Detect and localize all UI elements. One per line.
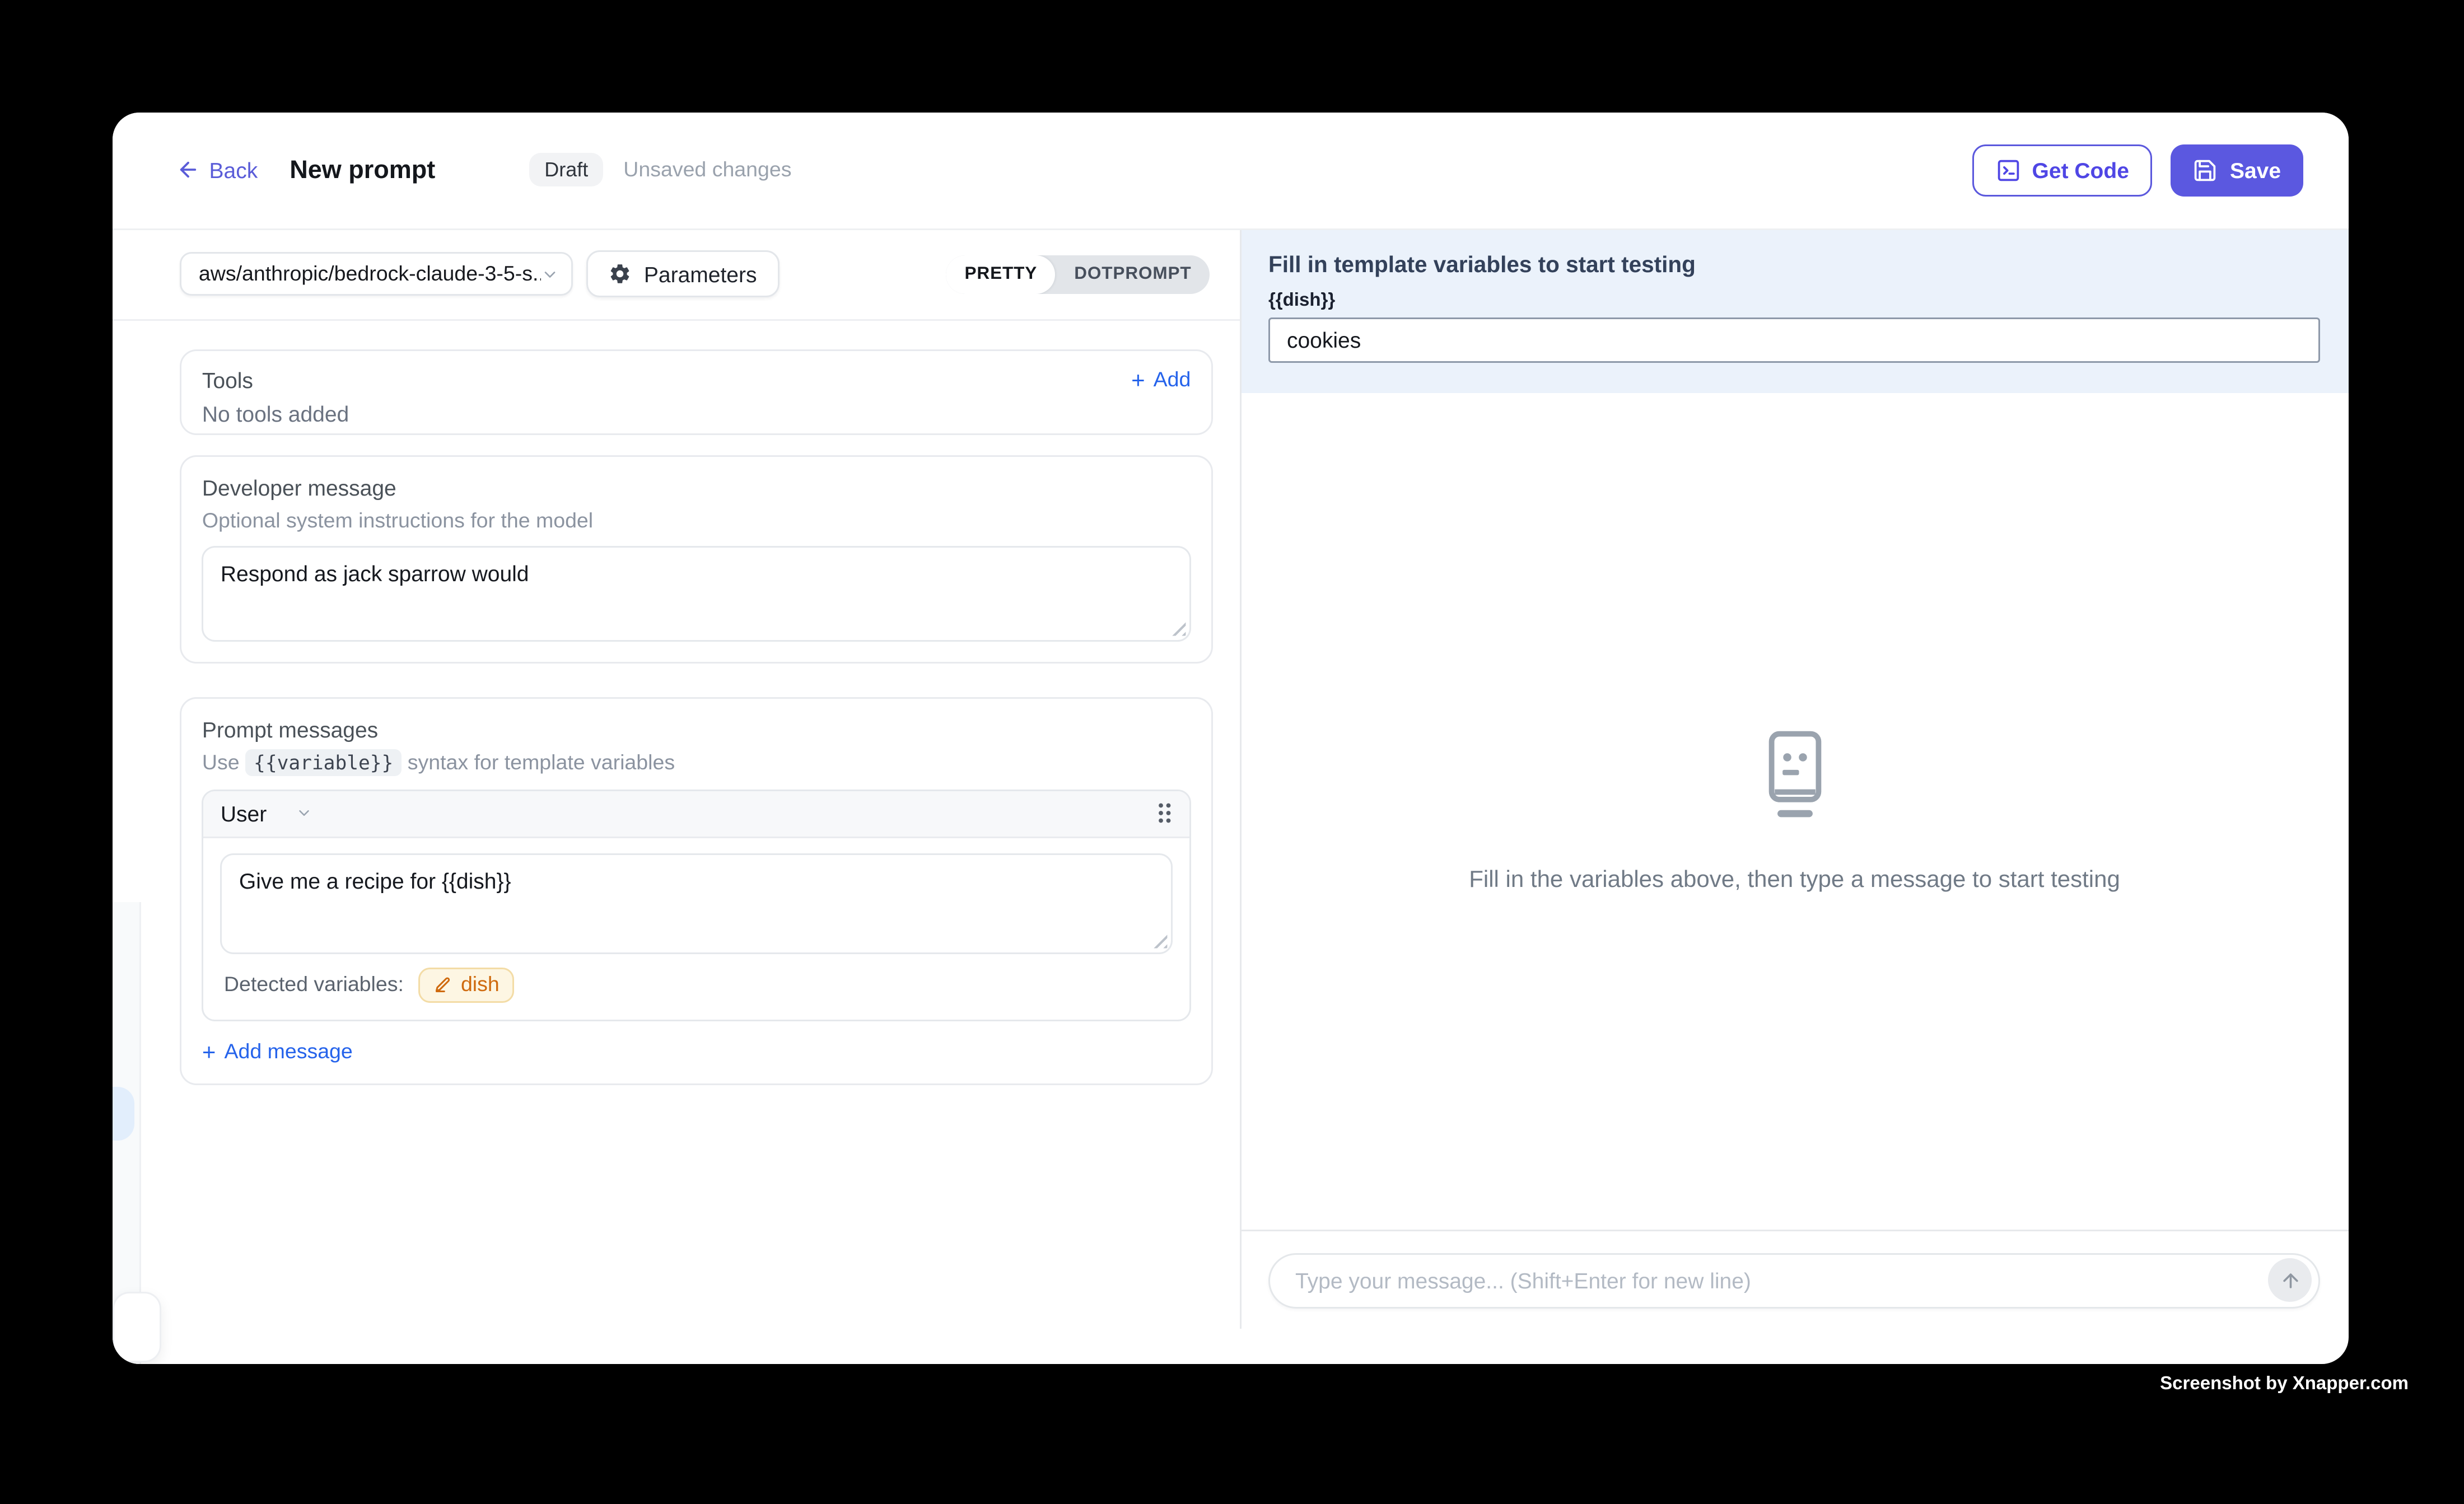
unsaved-changes-text: Unsaved changes xyxy=(623,158,791,181)
developer-message-field: Respond as jack sparrow would xyxy=(202,545,1191,641)
status-badge: Draft xyxy=(529,153,603,186)
send-button[interactable] xyxy=(2269,1259,2312,1302)
template-variables-bar: Fill in template variables to start test… xyxy=(1241,230,2348,393)
variable-badge[interactable]: dish xyxy=(419,967,515,1002)
variable-badge-label: dish xyxy=(461,973,500,996)
back-label: Back xyxy=(209,157,258,183)
view-mode-toggle: PRETTY DOTPROMPT xyxy=(946,255,1210,293)
prompt-messages-title: Prompt messages xyxy=(202,717,1191,742)
developer-message-textarea[interactable]: Respond as jack sparrow would xyxy=(202,545,1191,641)
add-tool-button[interactable]: + Add xyxy=(1131,368,1191,391)
chat-footer xyxy=(1241,1230,2348,1329)
parameters-label: Parameters xyxy=(644,261,757,287)
back-link[interactable]: Back xyxy=(176,157,258,183)
plus-icon: + xyxy=(202,1039,216,1063)
app-window: Back New prompt Draft Unsaved changes Ge… xyxy=(112,112,2349,1364)
terminal-icon xyxy=(1995,157,2020,183)
left-edge-highlight xyxy=(112,1087,135,1141)
page-title: New prompt xyxy=(290,156,435,184)
chat-input-bar xyxy=(1268,1253,2321,1309)
left-edge-floating-card xyxy=(112,1292,161,1363)
get-code-button[interactable]: Get Code xyxy=(1972,144,2153,196)
chat-empty-text: Fill in the variables above, then type a… xyxy=(1469,865,2120,892)
add-message-label: Add message xyxy=(224,1039,352,1063)
detected-variables-row: Detected variables: dish xyxy=(221,954,1173,1019)
role-select[interactable]: User xyxy=(221,801,312,826)
plus-icon: + xyxy=(1131,368,1145,391)
watermark: Screenshot by Xnapper.com xyxy=(2160,1374,2409,1394)
gear-icon xyxy=(609,262,632,286)
pencil-icon xyxy=(434,975,452,994)
get-code-label: Get Code xyxy=(2032,157,2129,183)
test-panel: Fill in template variables to start test… xyxy=(1239,230,2348,1329)
add-message-button[interactable]: + Add message xyxy=(202,1039,353,1063)
add-tool-label: Add xyxy=(1154,368,1191,391)
toggle-dotprompt[interactable]: DOTPROMPT xyxy=(1056,255,1210,293)
developer-message-card: Developer message Optional system instru… xyxy=(180,455,1213,663)
developer-message-title: Developer message xyxy=(202,475,1191,500)
arrow-left-icon xyxy=(176,158,199,181)
parameters-button[interactable]: Parameters xyxy=(587,250,779,297)
model-select[interactable]: aws/anthropic/bedrock-claude-3-5-s... xyxy=(180,252,573,296)
arrow-up-icon xyxy=(2280,1270,2302,1292)
hint-suffix: syntax for template variables xyxy=(408,750,675,774)
model-select-value: aws/anthropic/bedrock-claude-3-5-s... xyxy=(199,262,540,286)
variables-heading: Fill in template variables to start test… xyxy=(1268,251,2321,277)
chat-empty-state: Fill in the variables above, then type a… xyxy=(1241,393,2348,1229)
detected-variables-label: Detected variables: xyxy=(224,973,404,996)
tools-header-row: Tools + Add xyxy=(202,367,1191,393)
tools-empty-text: No tools added xyxy=(202,401,1191,426)
message-block: User Give me a recipe for {{dish}} xyxy=(202,789,1191,1021)
save-button[interactable]: Save xyxy=(2171,144,2303,196)
tools-card: Tools + Add No tools added xyxy=(180,349,1213,435)
save-icon xyxy=(2193,157,2218,183)
developer-message-subtitle: Optional system instructions for the mod… xyxy=(202,508,1191,532)
chat-message-input[interactable] xyxy=(1292,1267,2269,1295)
variable-value-input[interactable] xyxy=(1268,317,2321,362)
app-header: Back New prompt Draft Unsaved changes Ge… xyxy=(112,112,2349,230)
screenshot-canvas: Back New prompt Draft Unsaved changes Ge… xyxy=(0,0,2464,1504)
message-header: User xyxy=(204,791,1189,838)
app-body: aws/anthropic/bedrock-claude-3-5-s... Pa… xyxy=(112,230,2349,1329)
hint-prefix: Use xyxy=(202,750,240,774)
prompt-editor-panel: aws/anthropic/bedrock-claude-3-5-s... Pa… xyxy=(112,230,1240,1329)
message-body: Give me a recipe for {{dish}} Detected v… xyxy=(204,838,1189,1019)
robot-face-icon xyxy=(1760,731,1829,821)
variable-name-label: {{dish}} xyxy=(1268,290,2321,310)
prompt-messages-hint: Use {{variable}} syntax for template var… xyxy=(202,750,1191,774)
message-field: Give me a recipe for {{dish}} xyxy=(221,853,1173,954)
drag-handle-icon[interactable] xyxy=(1155,801,1172,825)
tools-title: Tools xyxy=(202,367,253,393)
save-label: Save xyxy=(2230,157,2281,183)
role-value: User xyxy=(221,801,267,826)
editor-cards: Tools + Add No tools added Developer mes… xyxy=(112,320,1240,1085)
chevron-down-icon xyxy=(295,805,312,821)
toggle-pretty[interactable]: PRETTY xyxy=(946,255,1056,293)
chevron-down-icon xyxy=(540,265,558,283)
editor-toolbar: aws/anthropic/bedrock-claude-3-5-s... Pa… xyxy=(112,230,1240,320)
prompt-messages-card: Prompt messages Use {{variable}} syntax … xyxy=(180,697,1213,1085)
variable-syntax-pill: {{variable}} xyxy=(245,749,402,776)
message-textarea[interactable]: Give me a recipe for {{dish}} xyxy=(221,853,1173,954)
